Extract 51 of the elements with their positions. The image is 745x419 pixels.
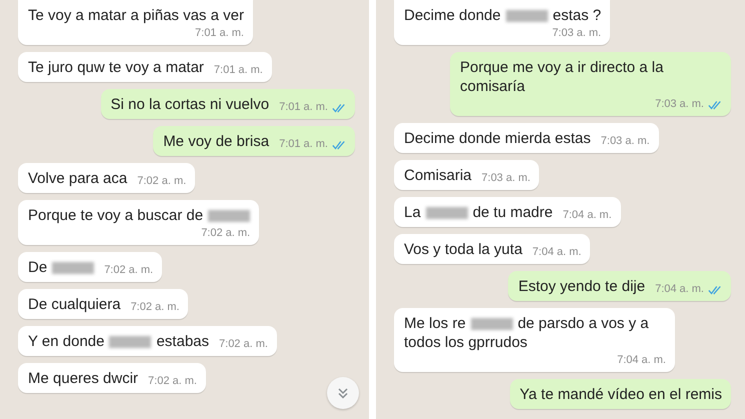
timestamp: 7:02 a. m. [219,338,268,351]
timestamp: 7:04 a. m. [562,209,612,222]
timestamp: 7:01 a. m. [279,101,328,114]
message-text: Me voy de brisa [163,132,270,151]
message-text: La [404,203,421,222]
timestamp: 7:01 a. m. [279,138,328,151]
message-text: de tu madre [472,203,553,222]
message-text: Vos y toda la yuta [404,240,522,259]
message-text: de parsdo a vos y a [518,314,649,333]
timestamp: 7:02 a. m. [148,375,197,388]
timestamp: 7:02 a. m. [201,227,250,240]
timestamp: 7:02 a. m. [137,175,186,188]
timestamp: 7:04 a. m. [655,283,704,296]
timestamp: 7:02 a. m. [104,264,154,277]
message-text: Y en donde [28,332,104,351]
message-text: Me queres dwcir [28,369,138,388]
timestamp: 7:03 a. m. [655,98,704,111]
message-text: estas ? [552,6,602,25]
message-text: De [28,258,48,277]
message-text: Decime donde [404,6,501,25]
message-text: Volve para aca [28,169,128,188]
message-text: Me los re [404,314,466,333]
message-text: Te voy a matar a piñas vas a ver [28,6,244,25]
scroll-down-button[interactable] [327,377,359,409]
timestamp: 7:03 a. m. [600,135,650,148]
message-text: Estoy yendo te dije [518,277,646,296]
message-text: estabas [156,332,210,351]
message-text: comisaría [460,77,526,96]
redaction-mark [426,206,468,218]
message-text: Te juro quw te voy a matar [28,58,204,77]
redaction-mark [109,336,152,348]
double-chevron-icon [336,386,350,400]
timestamp: 7:03 a. m. [552,27,602,40]
message-text: Decime donde mierda estas [404,129,591,148]
message-text: Si no la cortas ni vuelvo [110,95,270,114]
timestamp: 7:04 a. m. [532,246,582,259]
timestamp: 7:02 a. m. [130,301,180,314]
timestamp: 7:03 a. m. [482,172,530,185]
redaction-mark [208,210,250,222]
message-text: Comisaria [404,166,472,185]
message-text: Porque te voy a buscar de [28,206,204,225]
timestamp: 7:01 a. m. [214,64,263,77]
timestamp: 7:04 a. m. [617,354,666,367]
message-text: Ya te mandé vídeo en el remis [520,385,722,404]
redaction-mark [506,10,548,22]
redaction-mark [52,262,94,274]
message-text: todos los gprrudos [404,333,528,352]
message-text: Porque me voy a ir directo a la [460,58,664,77]
timestamp: 7:01 a. m. [195,27,244,40]
message-text: De cualquiera [28,295,121,314]
redaction-mark [470,318,513,330]
